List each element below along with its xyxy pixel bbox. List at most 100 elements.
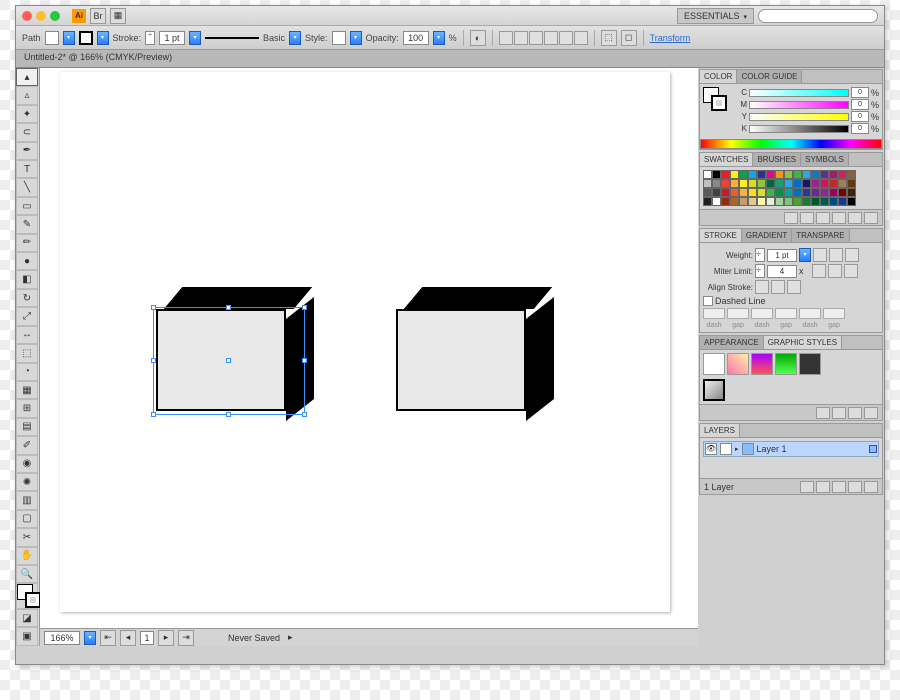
swatch[interactable]	[703, 197, 712, 206]
swatch[interactable]	[739, 188, 748, 197]
swatch[interactable]	[820, 197, 829, 206]
fill-stroke-toggle[interactable]	[16, 583, 38, 609]
workspace-switcher[interactable]: ESSENTIALS	[677, 8, 754, 24]
cyan-value[interactable]	[851, 87, 869, 98]
blend-tool[interactable]: ◉	[16, 455, 38, 473]
rotate-tool[interactable]: ↻	[16, 289, 38, 307]
dash-input[interactable]	[751, 308, 773, 319]
swatch[interactable]	[811, 170, 820, 179]
dash-input[interactable]	[703, 308, 725, 319]
swatch[interactable]	[766, 188, 775, 197]
tab-gradient[interactable]: GRADIENT	[742, 229, 792, 242]
make-clipping-button[interactable]	[816, 481, 830, 493]
width-tool[interactable]: ↔	[16, 326, 38, 344]
layer-lock-toggle[interactable]	[720, 443, 732, 455]
swatch-kind-button[interactable]	[800, 212, 814, 224]
blob-brush-tool[interactable]: ●	[16, 252, 38, 270]
zoom-input[interactable]	[44, 631, 80, 645]
join-bevel[interactable]	[844, 264, 858, 278]
swatch[interactable]	[748, 179, 757, 188]
canvas-area[interactable]: ⇤ ◂ ▸ ⇥ Never Saved ▸	[40, 68, 698, 646]
swatch[interactable]	[784, 170, 793, 179]
join-miter[interactable]	[812, 264, 826, 278]
delete-swatch-button[interactable]	[864, 212, 878, 224]
document-tab[interactable]: Untitled-2* @ 166% (CMYK/Preview)	[16, 50, 884, 68]
weight-dropdown[interactable]	[799, 248, 811, 262]
swatch-options-button[interactable]	[816, 212, 830, 224]
swatch[interactable]	[730, 170, 739, 179]
swatch[interactable]	[802, 170, 811, 179]
swatch[interactable]	[757, 188, 766, 197]
fill-stroke-indicator[interactable]	[703, 87, 729, 113]
swatch-libraries-button[interactable]	[784, 212, 798, 224]
graphic-style-current[interactable]	[703, 379, 725, 401]
swatch[interactable]	[811, 188, 820, 197]
swatch[interactable]	[730, 197, 739, 206]
cap-square[interactable]	[845, 248, 859, 262]
symbol-sprayer-tool[interactable]: ✺	[16, 473, 38, 491]
screen-mode-toggle[interactable]: ▣	[16, 627, 38, 645]
swatch[interactable]	[811, 179, 820, 188]
dashed-line-checkbox[interactable]	[703, 296, 713, 306]
new-swatch-button[interactable]	[848, 212, 862, 224]
scale-tool[interactable]: ⤢	[16, 307, 38, 325]
swatch[interactable]	[721, 170, 730, 179]
tab-brushes[interactable]: BRUSHES	[753, 153, 801, 166]
new-group-button[interactable]	[832, 212, 846, 224]
tab-layers[interactable]: LAYERS	[700, 424, 740, 437]
stroke-weight-dropdown[interactable]	[189, 31, 201, 45]
dash-input[interactable]	[823, 308, 845, 319]
slice-tool[interactable]: ✂	[16, 528, 38, 546]
swatch[interactable]	[748, 170, 757, 179]
swatch[interactable]	[847, 188, 856, 197]
swatch-grid[interactable]	[703, 170, 879, 206]
swatch[interactable]	[829, 188, 838, 197]
transform-link[interactable]: Transform	[650, 33, 691, 43]
swatch[interactable]	[847, 170, 856, 179]
swatch[interactable]	[730, 179, 739, 188]
align-left-button[interactable]	[499, 31, 513, 45]
tab-color-guide[interactable]: COLOR GUIDE	[737, 70, 802, 83]
black-value[interactable]	[851, 123, 869, 134]
dash-input[interactable]	[799, 308, 821, 319]
new-sublayer-button[interactable]	[832, 481, 846, 493]
zoom-tool[interactable]: 🔍	[16, 565, 38, 583]
swatch[interactable]	[721, 188, 730, 197]
swatch[interactable]	[793, 179, 802, 188]
yellow-slider[interactable]	[749, 113, 849, 121]
swatch[interactable]	[820, 179, 829, 188]
swatch[interactable]	[748, 197, 757, 206]
swatch[interactable]	[766, 197, 775, 206]
spectrum-ramp[interactable]	[700, 139, 882, 149]
swatch[interactable]	[802, 188, 811, 197]
gs-break-link-button[interactable]	[832, 407, 846, 419]
swatch[interactable]	[802, 197, 811, 206]
pen-tool[interactable]: ✒	[16, 142, 38, 160]
fill-swatch[interactable]	[45, 31, 59, 45]
miter-input[interactable]	[767, 265, 797, 278]
swatch[interactable]	[793, 188, 802, 197]
paintbrush-tool[interactable]: ✎	[16, 215, 38, 233]
close-window-button[interactable]	[22, 11, 32, 21]
next-artboard-button[interactable]: ▸	[158, 630, 174, 646]
swatch[interactable]	[838, 170, 847, 179]
gradient-tool[interactable]: ▤	[16, 418, 38, 436]
tab-symbols[interactable]: SYMBOLS	[801, 153, 849, 166]
swatch[interactable]	[775, 179, 784, 188]
type-tool[interactable]: T	[16, 160, 38, 178]
swatch[interactable]	[712, 170, 721, 179]
swatch[interactable]	[739, 179, 748, 188]
color-mode-toggle[interactable]: ◪	[16, 609, 38, 627]
swatch[interactable]	[739, 170, 748, 179]
opacity-input[interactable]	[403, 31, 429, 45]
layer-visibility-toggle[interactable]: 👁	[705, 443, 717, 455]
swatch[interactable]	[793, 170, 802, 179]
artboard-number-input[interactable]	[140, 631, 154, 645]
swatch[interactable]	[766, 170, 775, 179]
swatch[interactable]	[829, 170, 838, 179]
hand-tool[interactable]: ✋	[16, 547, 38, 565]
cap-butt[interactable]	[813, 248, 827, 262]
delete-layer-button[interactable]	[864, 481, 878, 493]
swatch[interactable]	[703, 179, 712, 188]
graphic-style-default[interactable]	[703, 353, 725, 375]
